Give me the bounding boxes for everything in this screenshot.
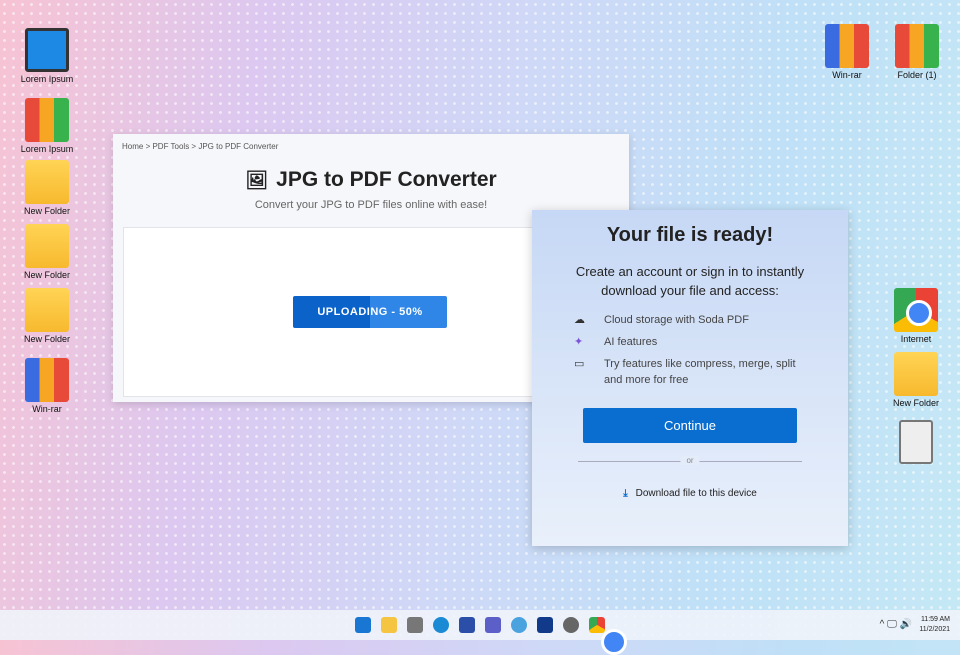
desktop-icon-folder[interactable]: New Folder — [12, 288, 82, 344]
desktop-icon-winrar[interactable]: Win-rar — [12, 358, 82, 414]
sparkle-icon: ✦ — [574, 336, 584, 348]
desktop-icon-folder[interactable]: New Folder — [12, 224, 82, 280]
icon-label: Lorem Ipsum — [20, 144, 74, 154]
feature-text: Try features like compress, merge, split… — [604, 358, 796, 386]
clock[interactable]: 11:59 AM 11/2/2021 — [919, 615, 950, 635]
feature-item: ☁ Cloud storage with Soda PDF — [574, 312, 848, 328]
binders-icon — [25, 98, 69, 142]
upload-progress-button: UPLOADING - 50% — [293, 296, 447, 328]
page-title: 🖼 JPG to PDF Converter — [113, 168, 629, 192]
icon-label: Lorem Ipsum — [20, 74, 74, 84]
settings-icon[interactable] — [563, 617, 579, 633]
folder-icon — [25, 288, 69, 332]
desktop-icon-internet[interactable]: Internet — [881, 288, 951, 344]
icon-label: New Folder — [23, 270, 70, 280]
icon-label: Win-rar — [832, 70, 862, 80]
folder-icon — [894, 352, 938, 396]
folder-icon — [25, 224, 69, 268]
desktop-icon-recycle-bin[interactable] — [881, 420, 951, 466]
system-tray-icons[interactable]: ^ 🖵 🔊 — [880, 619, 912, 630]
feature-text: AI features — [604, 336, 658, 348]
icon-label: Win-rar — [32, 404, 62, 414]
winrar-icon — [825, 24, 869, 68]
computer-icon — [25, 28, 69, 72]
desktop-icon-folder[interactable]: New Folder — [12, 160, 82, 216]
paint-icon[interactable] — [511, 617, 527, 633]
binders-icon — [895, 24, 939, 68]
desktop-icon-folder-1[interactable]: Folder (1) — [882, 24, 952, 80]
dialog-title: Your file is ready! — [606, 224, 774, 246]
file-explorer-icon[interactable] — [381, 617, 397, 633]
icon-label: New Folder — [892, 398, 939, 408]
download-link[interactable]: ⤓ Download file to this device — [532, 488, 848, 499]
time: 11:59 AM — [920, 616, 950, 623]
desktop-icon-folder[interactable]: New Folder — [881, 352, 951, 408]
winrar-icon — [25, 358, 69, 402]
icon-label: Internet — [900, 334, 932, 344]
download-text: Download file to this device — [635, 488, 757, 499]
desktop-icon-binders[interactable]: Lorem Ipsum — [12, 98, 82, 154]
store-icon[interactable] — [459, 617, 475, 633]
start-icon[interactable] — [355, 617, 371, 633]
soda-pdf-icon[interactable] — [537, 617, 553, 633]
desktop-icon-computer[interactable]: Lorem Ipsum — [12, 28, 82, 84]
icon-label: Folder (1) — [897, 70, 937, 80]
chrome-icon — [894, 288, 938, 332]
tools-icon: ▭ — [574, 358, 585, 370]
chrome-taskbar-icon[interactable] — [589, 617, 627, 655]
camera-icon[interactable] — [407, 617, 423, 633]
continue-button[interactable]: Continue — [583, 408, 797, 443]
title-text: JPG to PDF Converter — [276, 168, 497, 191]
download-icon: ⤓ — [623, 488, 628, 499]
cloud-storage-icon: ☁ — [574, 314, 585, 326]
feature-text: Cloud storage with Soda PDF — [604, 314, 749, 326]
file-ready-dialog: Your file is ready! Create an account or… — [532, 210, 848, 546]
feature-item: ▭ Try features like compress, merge, spli… — [574, 356, 848, 388]
breadcrumb[interactable]: Home > PDF Tools > JPG to PDF Converter — [122, 142, 278, 151]
folder-icon — [25, 160, 69, 204]
jpg-to-pdf-icon: 🖼 — [245, 170, 269, 190]
date: 11/2/2021 — [919, 626, 950, 633]
desktop-icon-winrar[interactable]: Win-rar — [812, 24, 882, 80]
teams-icon[interactable] — [485, 617, 501, 633]
dialog-description: Create an account or sign in to instantl… — [575, 264, 805, 298]
recycle-bin-icon — [899, 420, 933, 464]
taskbar: ^ 🖵 🔊 11:59 AM 11/2/2021 — [0, 610, 960, 655]
edge-icon[interactable] — [433, 617, 449, 633]
or-text: or — [680, 456, 700, 465]
feature-item: ✦ AI features — [574, 334, 848, 350]
icon-label: New Folder — [23, 334, 70, 344]
icon-label: New Folder — [23, 206, 70, 216]
or-divider: or — [578, 456, 802, 465]
